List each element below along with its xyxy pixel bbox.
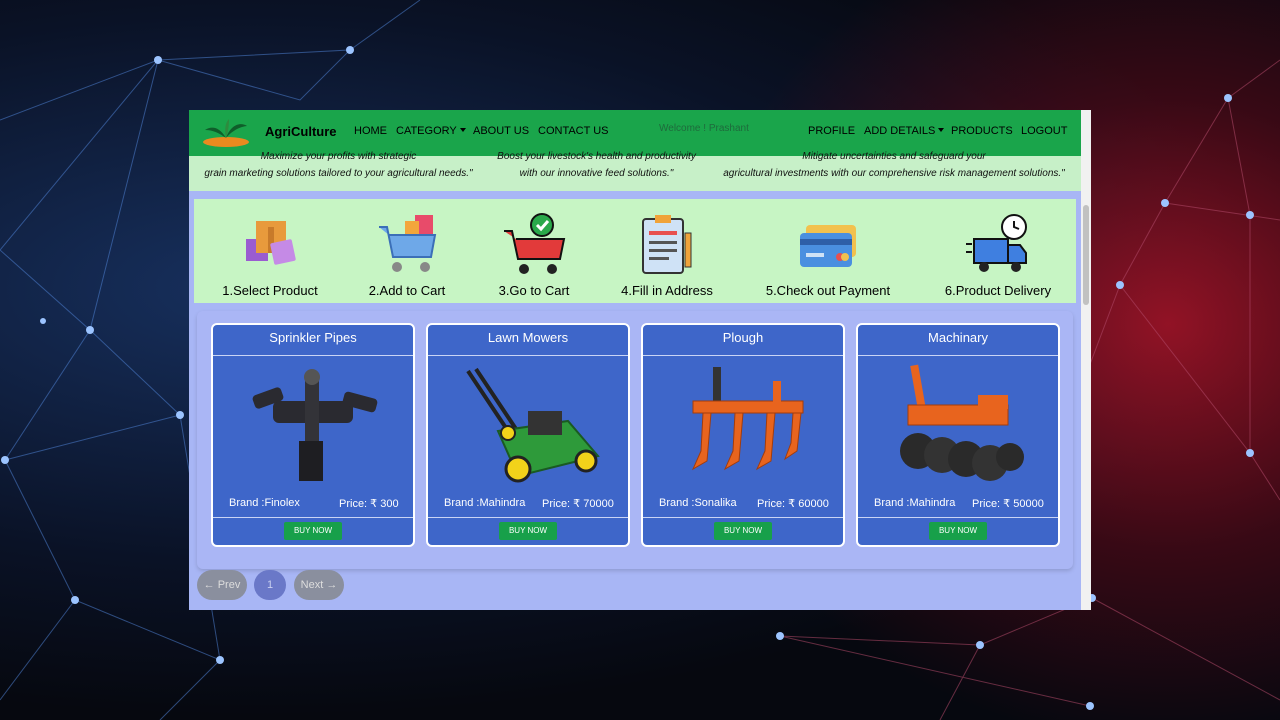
credit-card-icon (796, 213, 860, 277)
nav-about-us[interactable]: ABOUT US (473, 125, 529, 137)
nav-category-label: CATEGORY (396, 125, 457, 137)
product-price: Price: ₹ 300 (339, 498, 399, 510)
brand-name[interactable]: AgriCulture (265, 124, 337, 139)
order-steps: 1.Select Product 2.Add to Cart 3.Go to C… (194, 199, 1076, 303)
quote-3: Mitigate uncertainties and safeguard you… (713, 148, 1075, 182)
prev-page-button[interactable]: ← Prev (197, 570, 247, 600)
step-3-label: 3.Go to Cart (498, 283, 570, 298)
quote-2-line1: Boost your livestock's health and produc… (497, 151, 696, 162)
step-checkout-payment: 5.Check out Payment (758, 199, 898, 298)
product-brand: Brand :Sonalika (659, 497, 737, 509)
quote-1-line1: Maximize your profits with strategic (260, 151, 417, 162)
buy-now-button[interactable]: BUY NOW (499, 522, 557, 540)
product-title: Machinary (858, 325, 1058, 356)
cart-add-icon (375, 213, 439, 277)
product-brand: Brand :Finolex (229, 497, 300, 509)
step-6-label: 6.Product Delivery (944, 283, 1052, 298)
page-scrollbar[interactable] (1081, 110, 1091, 610)
product-title: Lawn Mowers (428, 325, 628, 356)
nav-category[interactable]: CATEGORY (396, 125, 466, 137)
sprinkler-icon (252, 369, 378, 481)
plough-icon (691, 367, 804, 471)
quotes-strip: Maximize your profits with strategic gra… (189, 151, 1081, 191)
product-card-plough[interactable]: Plough Brand :Sonalika Price: ₹ 60000 BU… (641, 323, 845, 547)
product-price: Price: ₹ 60000 (757, 498, 829, 510)
scrollbar-thumb[interactable] (1083, 205, 1089, 305)
step-2-label: 2.Add to Cart (368, 283, 446, 298)
boxes-icon (238, 213, 302, 277)
product-brand: Brand :Mahindra (874, 497, 956, 509)
buy-now-button[interactable]: BUY NOW (714, 522, 772, 540)
nav-profile[interactable]: PROFILE (808, 125, 855, 137)
card-footer: BUY NOW (643, 517, 843, 546)
product-price: Price: ₹ 70000 (542, 498, 614, 510)
lawn-mower-icon (466, 367, 600, 483)
step-go-to-cart: 3.Go to Cart (474, 199, 594, 298)
nav-add-details-label: ADD DETAILS (864, 125, 936, 137)
disc-harrow-icon (900, 364, 1024, 481)
product-title: Plough (643, 325, 843, 356)
step-1-label: 1.Select Product (222, 283, 318, 298)
quote-3-line1: Mitigate uncertainties and safeguard you… (802, 151, 986, 162)
nav-products[interactable]: PRODUCTS (951, 125, 1013, 137)
product-card-lawn-mower[interactable]: Lawn Mowers Brand :Mahindra Price: ₹ 700… (426, 323, 630, 547)
card-footer: BUY NOW (858, 517, 1058, 546)
product-brand: Brand :Mahindra (444, 497, 526, 509)
product-card-machinary[interactable]: Machinary Brand :Mahindra Price: ₹ 50000… (856, 323, 1060, 547)
nav-contact-us[interactable]: CONTACT US (538, 125, 609, 137)
quote-3-line2: agricultural investments with our compre… (723, 168, 1065, 179)
page-1-button[interactable]: 1 (254, 570, 286, 600)
agriculture-logo (203, 119, 249, 147)
product-list: Sprinkler Pipes Brand :Finolex Price: ₹ … (197, 311, 1073, 569)
buy-now-button[interactable]: BUY NOW (284, 522, 342, 540)
cart-check-icon (502, 213, 566, 277)
card-footer: BUY NOW (213, 517, 413, 546)
main-content: Maximize your profits with strategic gra… (189, 151, 1081, 610)
browser-window: AgriCulture HOME CATEGORY ABOUT US CONTA… (189, 110, 1091, 610)
welcome-text: Welcome ! Prashant (659, 123, 749, 134)
nav-home[interactable]: HOME (354, 125, 387, 137)
clipboard-icon (635, 213, 699, 277)
quote-1: Maximize your profits with strategic gra… (196, 148, 481, 182)
product-title: Sprinkler Pipes (213, 325, 413, 356)
next-page-button[interactable]: Next → (294, 570, 344, 600)
product-price: Price: ₹ 50000 (972, 498, 1044, 510)
quote-2: Boost your livestock's health and produc… (489, 148, 704, 182)
step-fill-address: 4.Fill in Address (607, 199, 727, 298)
product-card-sprinkler[interactable]: Sprinkler Pipes Brand :Finolex Price: ₹ … (211, 323, 415, 547)
step-product-delivery: 6.Product Delivery (938, 199, 1058, 298)
step-select-product: 1.Select Product (210, 199, 330, 298)
step-4-label: 4.Fill in Address (621, 283, 713, 298)
step-5-label: 5.Check out Payment (765, 283, 891, 298)
buy-now-button[interactable]: BUY NOW (929, 522, 987, 540)
step-add-to-cart: 2.Add to Cart (347, 199, 467, 298)
nav-logout[interactable]: LOGOUT (1021, 125, 1067, 137)
quote-2-line2: with our innovative feed solutions." (519, 168, 674, 179)
quote-1-line2: grain marketing solutions tailored to yo… (204, 168, 473, 179)
card-footer: BUY NOW (428, 517, 628, 546)
nav-add-details[interactable]: ADD DETAILS (864, 125, 944, 137)
delivery-truck-icon (966, 213, 1030, 277)
